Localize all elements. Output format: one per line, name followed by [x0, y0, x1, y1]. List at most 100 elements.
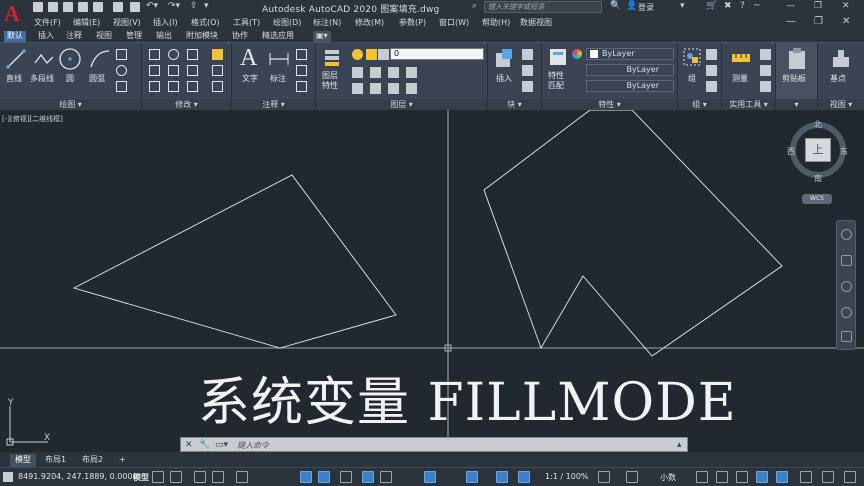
lineweight-icon[interactable] [380, 471, 392, 483]
coordinates-display[interactable]: 8491.9204, 247.1889, 0.0000 [18, 472, 138, 481]
isolate-objects-icon[interactable] [736, 471, 748, 483]
viewcube-top-face[interactable]: 上 [805, 138, 831, 162]
annotative-icon[interactable] [496, 471, 508, 483]
model-space-toggle[interactable]: 模型 [133, 472, 149, 483]
menu-file[interactable]: 文件(F) [34, 17, 61, 28]
clean-screen-icon[interactable] [800, 471, 812, 483]
polar-tracking-icon[interactable] [300, 471, 312, 483]
menu-insert[interactable]: 插入(I) [153, 17, 178, 28]
orbit-icon[interactable] [841, 307, 852, 318]
linear-dim-icon[interactable] [296, 49, 307, 60]
group-select-icon[interactable] [706, 81, 717, 92]
recent-commands-icon[interactable]: ▭▾ [215, 440, 228, 450]
minimize-icon[interactable]: — [786, 1, 795, 11]
tab-layout1[interactable]: 布局1 [40, 454, 71, 467]
menu-edit[interactable]: 编辑(E) [73, 17, 100, 28]
hardware-acceleration-icon[interactable] [756, 471, 768, 483]
fillet-icon[interactable] [187, 65, 198, 76]
tab-home[interactable]: 默认 [4, 31, 26, 42]
print-icon[interactable] [113, 2, 123, 12]
units-display[interactable]: 小数 [660, 472, 676, 483]
edit-attribute-icon[interactable] [522, 81, 533, 92]
save-as-icon[interactable] [78, 2, 88, 12]
layer-tool-8-icon[interactable] [406, 83, 417, 94]
steering-wheel-icon[interactable] [841, 229, 852, 240]
isometric-icon[interactable] [318, 471, 330, 483]
clipboard-icon[interactable] [786, 47, 808, 71]
add-layout-button[interactable]: + [114, 454, 131, 467]
app-menu-button[interactable]: A [0, 0, 26, 30]
hatch-icon[interactable] [116, 81, 127, 92]
status-menu-icon[interactable] [3, 472, 13, 482]
circle-label[interactable]: 圆 [66, 73, 74, 84]
menu-parametric[interactable]: 参数(P) [399, 17, 426, 28]
cmdline-dropdown-icon[interactable]: ▴ [677, 440, 682, 450]
close-icon[interactable]: ✕ [842, 1, 850, 11]
login-dropdown-icon[interactable]: ▾ [680, 1, 685, 11]
create-block-icon[interactable] [522, 49, 533, 60]
measure-icon[interactable] [730, 49, 752, 69]
redo-icon[interactable]: ↷▾ [168, 1, 180, 11]
copy-icon[interactable] [149, 65, 160, 76]
command-line[interactable]: ✕ 🔧 ▭▾ 键入命令 ▴ [180, 437, 688, 452]
layer-tool-2-icon[interactable] [370, 67, 381, 78]
rectangle-icon[interactable] [116, 49, 127, 60]
wcs-menu[interactable]: WCS [802, 194, 832, 204]
array-icon[interactable] [187, 81, 198, 92]
tab-insert[interactable]: 插入 [35, 31, 57, 42]
quadrilateral-shape[interactable] [72, 174, 397, 349]
match-properties-label[interactable]: 特性 匹配 [548, 71, 564, 91]
clipboard-label[interactable]: 剪贴板 [782, 73, 806, 84]
customization-icon[interactable] [822, 471, 834, 483]
match-properties-icon[interactable] [548, 47, 570, 69]
polyline-icon[interactable] [33, 49, 55, 69]
calculator-icon[interactable] [760, 81, 771, 92]
tab-annotate[interactable]: 注释 [63, 31, 85, 42]
layer-tool-1-icon[interactable] [352, 67, 363, 78]
linetype-dropdown[interactable]: ByLayer [586, 64, 674, 76]
layer-tool-3-icon[interactable] [388, 67, 399, 78]
pan-icon[interactable] [841, 255, 852, 266]
tab-collaborate[interactable]: 协作 [229, 31, 251, 42]
dimension-icon[interactable] [268, 49, 290, 69]
open-file-icon[interactable] [48, 2, 58, 12]
insert-label[interactable]: 插入 [496, 73, 512, 84]
object-snap-tracking-icon[interactable] [340, 471, 352, 483]
qat-menu-icon[interactable]: ▾ [204, 1, 209, 11]
tab-addins[interactable]: 附加模块 [183, 31, 221, 42]
plot-icon[interactable] [130, 2, 140, 12]
menu-modify[interactable]: 修改(M) [355, 17, 384, 28]
leader-icon[interactable] [296, 65, 307, 76]
text-label[interactable]: 文字 [242, 73, 258, 84]
polyline-label[interactable]: 多段线 [30, 73, 54, 84]
search-go-icon[interactable]: 🔍 [610, 1, 621, 11]
infer-constraints-icon[interactable] [194, 471, 206, 483]
web-icon[interactable] [93, 2, 103, 12]
compass-south[interactable]: 南 [814, 173, 822, 184]
drawing-viewport[interactable]: [-][俯视][二维线框] 系统变量 FILLMODE Y X 上 北 南 东 … [0, 110, 864, 452]
menu-format[interactable]: 格式(O) [191, 17, 220, 28]
restore-icon[interactable]: ❐ [814, 1, 822, 11]
menu-draw[interactable]: 绘图(D) [273, 17, 301, 28]
lineweight-dropdown[interactable]: ByLayer [586, 80, 674, 92]
status-menu-more-icon[interactable] [844, 471, 856, 483]
arc-icon[interactable] [88, 47, 112, 71]
group-edit-icon[interactable] [706, 65, 717, 76]
annotation-scale[interactable]: 1:1 / 100% [545, 472, 589, 481]
trim-icon[interactable] [187, 49, 198, 60]
auto-scale-icon[interactable] [518, 471, 530, 483]
workspace-gear-icon[interactable] [598, 471, 610, 483]
cart-icon[interactable]: 🛒 [706, 1, 717, 11]
mirror-icon[interactable] [168, 65, 179, 76]
edit-block-icon[interactable] [522, 65, 533, 76]
exchange-icon[interactable]: ✖ [724, 1, 732, 11]
close-cmdline-icon[interactable]: ✕ [185, 440, 193, 450]
dimension-label[interactable]: 标注 [270, 73, 286, 84]
quick-properties-icon[interactable] [696, 471, 708, 483]
compass-east[interactable]: 东 [840, 146, 848, 157]
command-input[interactable]: 键入命令 [237, 440, 269, 451]
table-icon[interactable] [296, 81, 307, 92]
doc-close-icon[interactable]: ✕ [842, 16, 850, 27]
menu-data-view[interactable]: 数据视图 [520, 17, 552, 28]
doc-restore-icon[interactable]: ❐ [814, 16, 823, 27]
